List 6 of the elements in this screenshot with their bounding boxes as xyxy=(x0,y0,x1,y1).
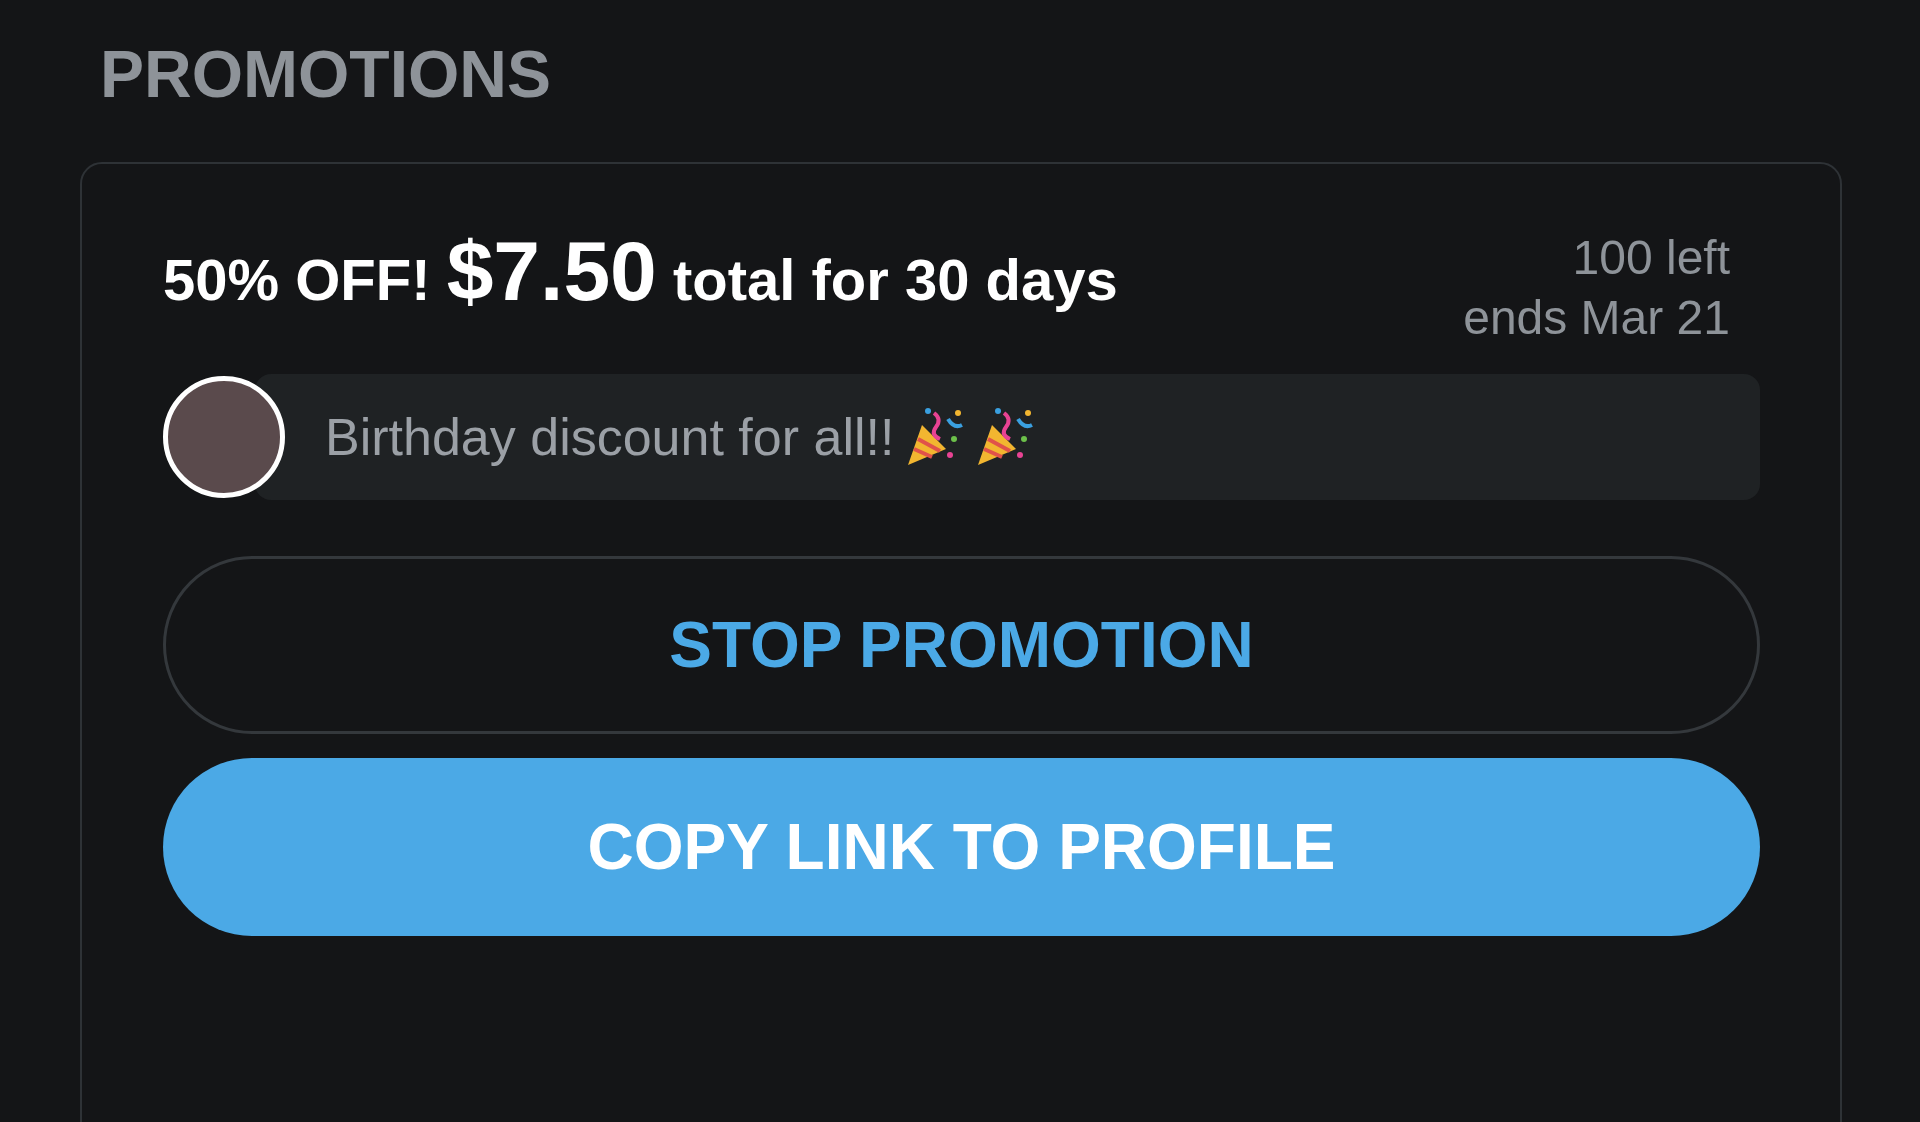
section-title: PROMOTIONS xyxy=(100,36,552,113)
remaining-count: 100 left xyxy=(1572,230,1730,286)
offer-title: 50% OFF! $7.50 total for 30 days xyxy=(163,223,1119,320)
end-date: ends Mar 21 xyxy=(1463,290,1730,346)
stop-promotion-button[interactable]: STOP PROMOTION xyxy=(163,556,1760,734)
promotion-message: Birthday discount for all!! xyxy=(325,407,895,467)
